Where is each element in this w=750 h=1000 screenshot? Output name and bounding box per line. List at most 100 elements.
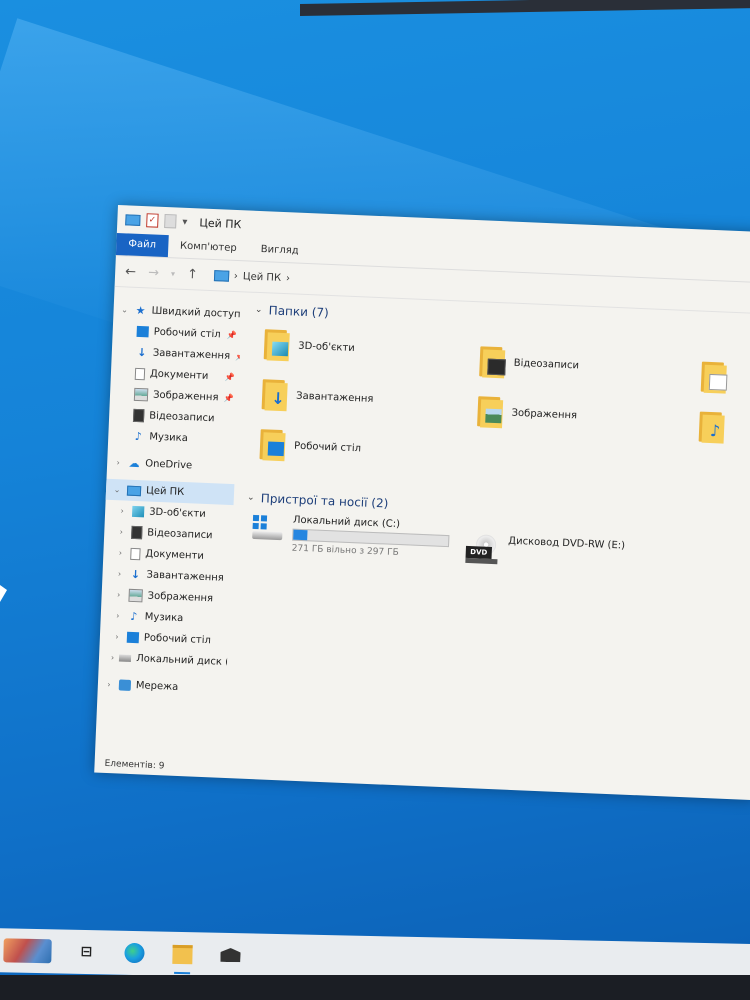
monitor-bezel-bottom [0, 975, 750, 1000]
chevron-down-icon[interactable]: ⌄ [246, 493, 256, 503]
back-arrow-icon[interactable]: ← [125, 264, 137, 279]
chevron-down-icon[interactable]: ⌄ [119, 305, 129, 314]
mouse-cursor [0, 585, 7, 602]
folder-icon [263, 327, 291, 362]
chevron-right-icon[interactable]: › [114, 569, 124, 578]
new-folder-icon[interactable] [164, 213, 177, 229]
video-icon [131, 525, 143, 540]
device-dvd-drive[interactable]: DVD Дисковод DVD-RW (E:) [465, 534, 625, 571]
folder-label: 3D-об'єкти [298, 340, 356, 354]
sidebar-item-label: Зображення [147, 590, 214, 605]
sidebar-item-label: Робочий стіл [143, 632, 212, 647]
pictures-icon [128, 588, 143, 603]
chevron-right-icon[interactable]: › [113, 611, 123, 620]
sidebar-item-label: OneDrive [144, 458, 193, 472]
chevron-right-icon[interactable]: › [115, 548, 125, 557]
up-arrow-icon[interactable]: ↑ [187, 266, 199, 281]
folder-icon [259, 427, 286, 462]
address-bar[interactable]: › Цей ПК › [213, 269, 290, 284]
window-title: Цей ПК [199, 215, 242, 231]
device-label: Дисковод DVD-RW (E:) [508, 535, 626, 552]
folder-icon [477, 394, 504, 429]
mail-taskbar-button[interactable] [217, 944, 243, 967]
chevron-right-icon[interactable]: › [112, 632, 122, 641]
navigation-pane: ⌄ ★ Швидкий доступ Робочий стіл 📌 ↓ Зава… [95, 285, 242, 756]
edge-browser-button[interactable] [121, 942, 147, 965]
mail-icon [220, 948, 240, 962]
folder-downloads[interactable]: ↓ Завантаження [261, 377, 374, 416]
group-title: Папки (7) [268, 303, 330, 320]
sidebar-item-label: Музика [149, 431, 189, 445]
chevron-down-icon[interactable]: ⌄ [254, 305, 264, 315]
disk-usage-fill [293, 529, 308, 541]
chevron-right-icon[interactable]: › [111, 653, 115, 662]
sidebar-item-label: Відеозаписи [148, 410, 215, 425]
folder-desktop[interactable]: Робочий стіл [259, 427, 361, 465]
chevron-right-icon[interactable]: › [116, 527, 126, 536]
this-pc-icon [126, 485, 142, 496]
chevron-down-icon[interactable]: ⌄ [112, 485, 122, 494]
folder-documents[interactable] [700, 360, 728, 395]
sidebar-item-label: Робочий стіл [153, 326, 221, 341]
content-pane: ⌄ Папки (7) 3D-об'єкти Відеозаписи ↓ Зав… [223, 290, 750, 778]
pin-icon: 📌 [223, 393, 235, 404]
folder-label: Завантаження [295, 390, 374, 405]
sidebar-item-network[interactable]: › Мережа [97, 674, 226, 700]
sidebar-item-label: Швидкий доступ [151, 305, 241, 321]
folder-icon: ♪ [698, 410, 726, 445]
sidebar-item-label: 3D-об'єкти [148, 506, 206, 520]
star-icon: ★ [135, 303, 146, 318]
status-bar: Елементів: 9 [104, 758, 165, 772]
sidebar-item-onedrive[interactable]: › ☁ OneDrive [107, 452, 236, 478]
sidebar-item-label: Завантаження [146, 569, 225, 584]
recent-locations-icon[interactable]: ▾ [171, 269, 175, 278]
desktop-icon [126, 631, 140, 644]
dvd-badge: DVD [465, 545, 493, 559]
sidebar-item-label: Локальний диск (C [135, 653, 228, 669]
music-icon: ♪ [129, 609, 138, 624]
folder-icon [479, 344, 506, 379]
quick-access-toolbar-dropdown-icon[interactable]: ▾ [182, 216, 187, 227]
sidebar-item-label: Відеозаписи [147, 527, 213, 542]
sidebar-item-label: Зображення [152, 389, 219, 404]
sidebar-item-local-disk[interactable]: › Локальний диск (C [99, 647, 228, 673]
edge-icon [124, 942, 145, 964]
forward-arrow-icon[interactable]: → [148, 265, 160, 280]
breadcrumb-this-pc[interactable]: Цей ПК [243, 271, 282, 284]
sidebar-item-music[interactable]: ♪ Музика [108, 425, 237, 451]
chevron-right-icon[interactable]: › [113, 458, 123, 467]
sidebar-item-label: Цей ПК [145, 485, 185, 499]
chevron-right-icon[interactable]: › [113, 590, 123, 599]
pin-icon: 📌 [226, 330, 237, 341]
monitor-bezel [300, 0, 750, 17]
folder-3d-objects[interactable]: 3D-об'єкти [263, 327, 356, 365]
folder-pictures[interactable]: Зображення [477, 394, 578, 432]
chevron-right-icon[interactable]: › [117, 506, 127, 515]
pin-icon: 📌 [224, 372, 236, 383]
chevron-right-icon[interactable]: › [104, 680, 114, 689]
file-explorer-taskbar-button[interactable] [169, 943, 195, 966]
tab-computer[interactable]: Комп'ютер [168, 235, 250, 260]
folder-label: Робочий стіл [293, 440, 362, 454]
sidebar-item-label: Документи [149, 368, 209, 382]
search-highlight-icon[interactable] [3, 938, 52, 964]
desktop-icon [136, 325, 149, 338]
file-explorer-window[interactable]: ✓ ▾ Цей ПК Файл Комп'ютер Вигляд ← → ▾ ↑… [94, 205, 750, 801]
folder-videos[interactable]: Відеозаписи [479, 344, 580, 382]
tab-view[interactable]: Вигляд [248, 239, 311, 264]
folders-grid: 3D-об'єкти Відеозаписи ↓ Завантаження Зо… [246, 319, 750, 511]
sidebar-item-label: Музика [144, 611, 184, 625]
device-local-disk[interactable]: Локальний диск (C:) 271 ГБ вільно з 297 … [250, 513, 450, 560]
tab-file[interactable]: Файл [115, 232, 169, 258]
folder-label: Відеозаписи [513, 357, 580, 371]
3d-objects-icon [131, 505, 145, 518]
folder-icon [172, 944, 193, 964]
chevron-right-icon: › [233, 270, 239, 282]
sidebar-item-label: Завантаження [152, 347, 231, 362]
download-icon: ↓ [130, 567, 141, 582]
sidebar-item-label: Мережа [135, 680, 179, 693]
folder-music[interactable]: ♪ [698, 410, 726, 445]
task-view-icon[interactable]: ⊟ [73, 941, 99, 964]
properties-icon[interactable]: ✓ [146, 213, 159, 228]
folder-icon [700, 360, 728, 395]
